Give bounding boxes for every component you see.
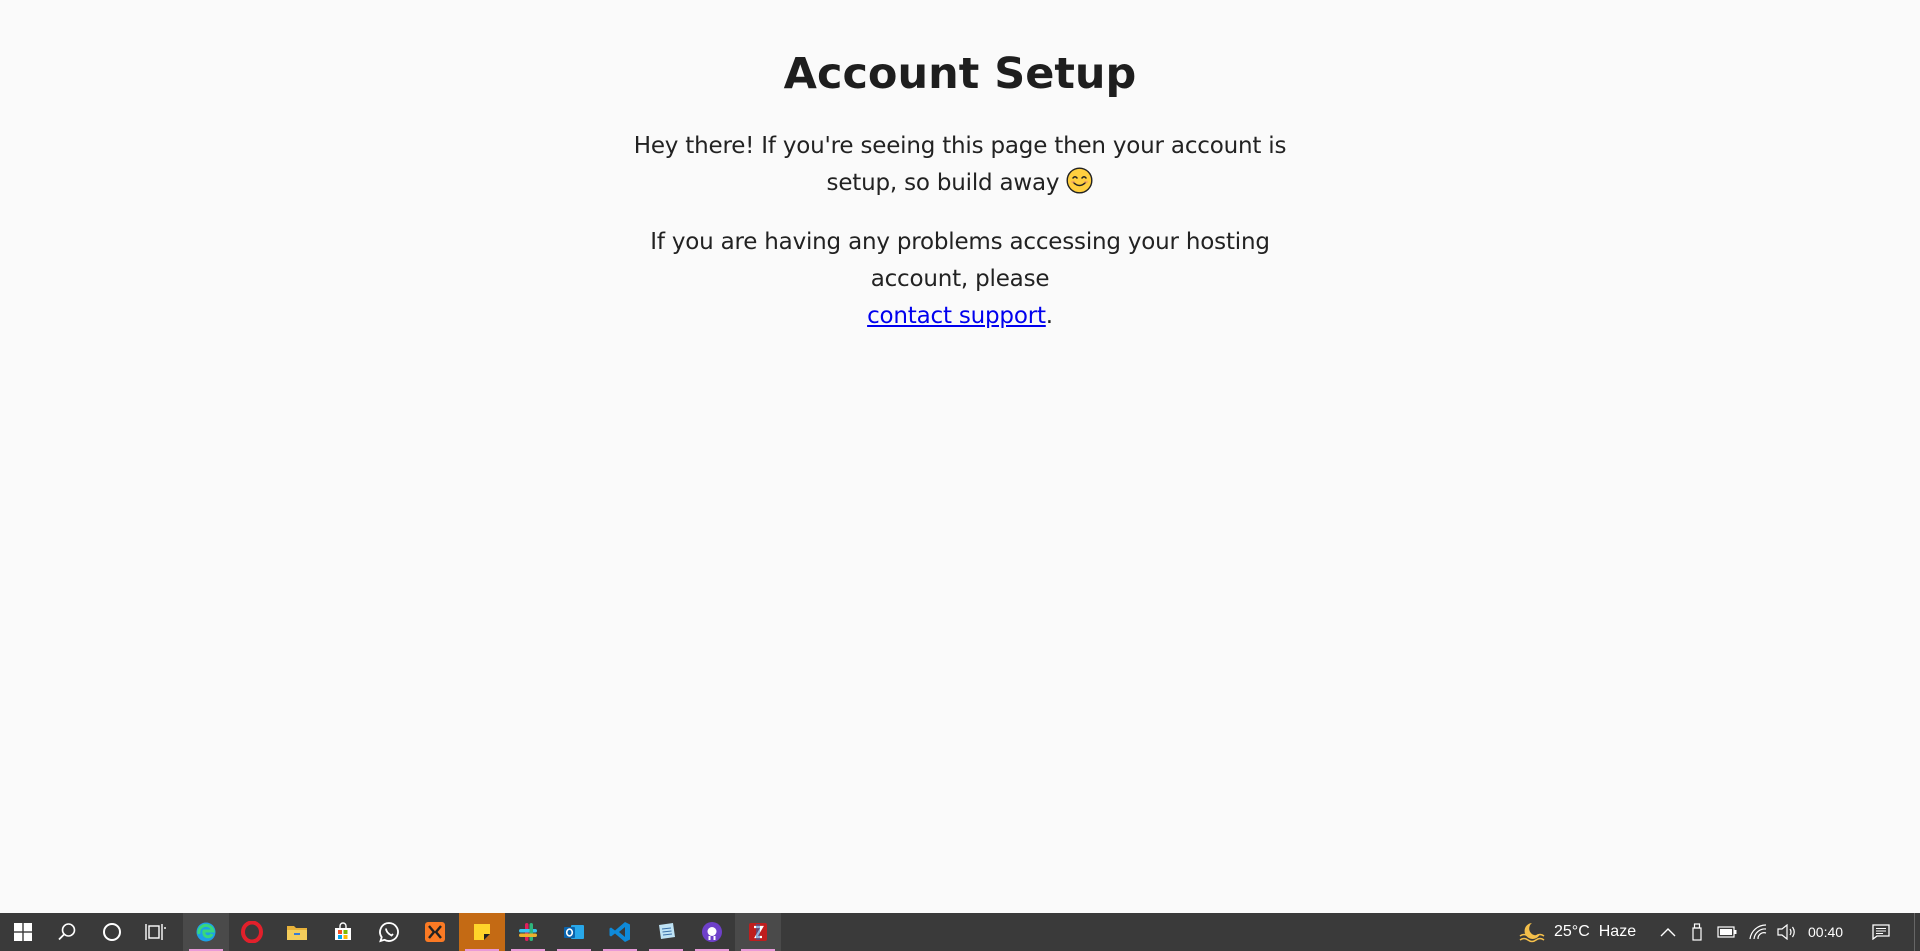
- support-paragraph: If you are having any problems accessing…: [600, 224, 1320, 335]
- file-explorer-icon[interactable]: [274, 913, 320, 951]
- xampp-icon[interactable]: [412, 913, 458, 951]
- battery-icon[interactable]: [1714, 913, 1740, 951]
- filezilla-icon[interactable]: [735, 913, 781, 951]
- github-desktop-icon[interactable]: [689, 913, 735, 951]
- outlook-icon[interactable]: [551, 913, 597, 951]
- moon-haze-icon: [1518, 921, 1546, 943]
- opera-icon[interactable]: [229, 913, 275, 951]
- notepad-icon[interactable]: [643, 913, 689, 951]
- wifi-icon[interactable]: [1745, 913, 1771, 951]
- task-view-icon[interactable]: [133, 913, 179, 951]
- microsoft-store-icon[interactable]: [320, 913, 366, 951]
- volume-icon[interactable]: [1773, 913, 1799, 951]
- intro-text: Hey there! If you're seeing this page th…: [633, 133, 1287, 196]
- weather-condition: Haze: [1598, 923, 1637, 940]
- vscode-icon[interactable]: [597, 913, 643, 951]
- whatsapp-icon[interactable]: [366, 913, 412, 951]
- windows-taskbar: 25°C Haze 00:40: [0, 913, 1920, 951]
- smiling-face-icon: [1066, 167, 1093, 194]
- support-period: .: [1045, 303, 1053, 329]
- support-text: If you are having any problems accessing…: [650, 229, 1270, 292]
- page-title: Account Setup: [783, 49, 1137, 99]
- intro-paragraph: Hey there! If you're seeing this page th…: [600, 128, 1320, 202]
- search-icon[interactable]: [44, 913, 90, 951]
- action-center-icon[interactable]: [1866, 913, 1896, 951]
- clock-time: 00:40: [1808, 924, 1844, 940]
- content-column: Account Setup Hey there! If you're seein…: [600, 0, 1320, 335]
- sticky-notes-icon[interactable]: [459, 913, 505, 951]
- webpage: Account Setup Hey there! If you're seein…: [0, 0, 1920, 913]
- show-desktop-button[interactable]: [1914, 913, 1920, 951]
- edge-icon[interactable]: [183, 913, 229, 951]
- weather-widget[interactable]: 25°C Haze: [1518, 913, 1636, 951]
- weather-temperature: 25°C: [1554, 923, 1590, 940]
- chevron-up-icon[interactable]: [1656, 913, 1680, 951]
- contact-support-link[interactable]: contact support: [867, 303, 1046, 329]
- slack-icon[interactable]: [505, 913, 551, 951]
- usb-drive-icon[interactable]: [1686, 913, 1708, 951]
- clock[interactable]: 00:40: [1808, 913, 1843, 951]
- windows-start-icon[interactable]: [0, 913, 46, 951]
- cortana-icon[interactable]: [89, 913, 135, 951]
